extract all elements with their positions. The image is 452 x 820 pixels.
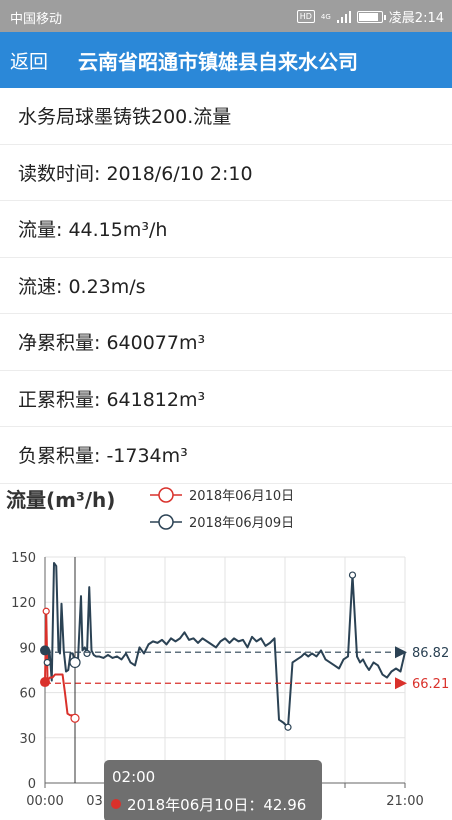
meter-name-row: 水务局球墨铸铁200.流量 (0, 88, 452, 145)
average-line-label: 66.21 (412, 677, 449, 692)
data-point (284, 723, 292, 731)
page-title: 云南省昭通市镇雄县自来水公司 (78, 50, 358, 74)
y-tick-label: 60 (19, 687, 36, 702)
tooltip-marker (111, 799, 121, 809)
x-tick-label: 21:00 (386, 794, 423, 809)
battery-icon (356, 10, 386, 23)
flow-chart[interactable]: 流量(m³/h) 2018年06月10日 2018年06月09日 0 30 60 90 120… (0, 483, 452, 820)
crosshair-marker (69, 656, 81, 669)
app-bar: 返回 云南省昭通市镇雄县自来水公司 (0, 32, 452, 88)
data-point (83, 649, 91, 658)
flow-row: 流量: 44.15m³/h (0, 201, 452, 258)
data-point (43, 658, 51, 667)
data-point (42, 607, 50, 615)
reverse-total-row: 负累积量: -1734m³ (0, 427, 452, 484)
meter-info-list: 水务局球墨铸铁200.流量 读数时间: 2018/6/10 2:10 流量: 4… (0, 88, 452, 484)
tooltip-entry: 2018年06月10日：42.96 (127, 796, 306, 814)
reading-time-row: 读数时间: 2018/6/10 2:10 (0, 145, 452, 201)
carrier-name: 中国移动 (10, 12, 63, 27)
legend-label: 2018年06月10日 (189, 489, 294, 504)
tooltip-time: 02:00 (112, 768, 155, 786)
crosshair-marker (70, 713, 80, 723)
status-icons: HD 4G 凌晨2:14 (296, 7, 444, 26)
chart-title: 流量(m³/h) (6, 488, 115, 512)
legend-marker (158, 514, 174, 530)
flow-chart-svg[interactable]: 流量(m³/h) 2018年06月10日 2018年06月09日 0 30 60 90 120… (0, 483, 452, 820)
back-button[interactable]: 返回 (10, 47, 48, 74)
y-tick-label: 120 (11, 596, 36, 611)
forward-total-row: 正累积量: 641812m³ (0, 371, 452, 427)
data-point (348, 571, 357, 579)
signal-icon (336, 10, 351, 23)
series-start-point (40, 645, 50, 656)
net-total-row: 净累积量: 640077m³ (0, 314, 452, 371)
y-tick-label: 30 (19, 732, 36, 747)
legend-marker (158, 487, 174, 503)
y-tick-label: 150 (11, 551, 36, 566)
y-tick-label: 90 (19, 641, 36, 656)
legend-label: 2018年06月09日 (189, 516, 294, 531)
velocity-row: 流速: 0.23m/s (0, 258, 452, 314)
y-tick-label: 0 (28, 777, 36, 792)
average-line-label: 86.82 (412, 646, 449, 661)
x-tick-label: 00:00 (26, 794, 63, 809)
network-4g-icon: 4G (320, 12, 331, 21)
status-bar: 中国移动 HD 4G 凌晨2:14 (0, 0, 452, 32)
clock-time: 凌晨2:14 (388, 11, 444, 26)
hd-icon: HD (296, 10, 315, 23)
series-start-point (40, 677, 50, 688)
